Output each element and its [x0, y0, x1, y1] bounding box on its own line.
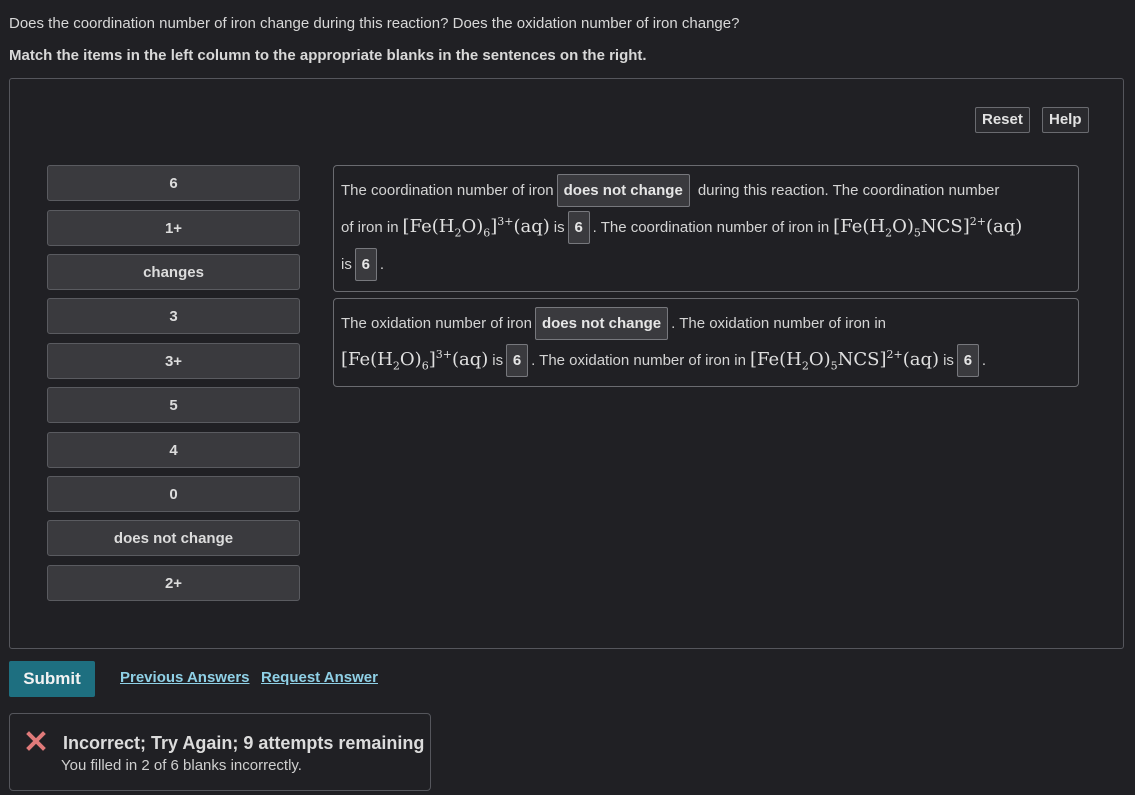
- sentence-text: . The coordination number of iron in: [592, 219, 830, 236]
- formula-hexaaqua-iron: [Fe(H2O)6]3+(aq): [341, 348, 489, 373]
- draggable-item[interactable]: 4: [47, 432, 300, 468]
- sentence-text: The oxidation number of iron: [341, 315, 532, 332]
- draggable-item[interactable]: 1+: [47, 210, 300, 246]
- sentence-text: is: [553, 219, 565, 236]
- answer-blank[interactable]: 6: [354, 248, 377, 281]
- draggable-item[interactable]: changes: [47, 254, 300, 290]
- sentence-text: is: [943, 352, 954, 369]
- matching-workspace: Reset Help 6 1+ changes 3 3+ 5 4 0 does …: [9, 78, 1124, 649]
- sentence-text: The coordination number of iron: [341, 182, 554, 199]
- instruction-text: Match the items in the left column to th…: [9, 47, 647, 64]
- sentence-text: is: [492, 352, 504, 369]
- sentence-text: . The oxidation number of iron in: [531, 352, 746, 369]
- sentence-coordination: The coordination number of iron does not…: [333, 165, 1079, 292]
- answer-blank[interactable]: 6: [506, 344, 529, 377]
- feedback-title: Incorrect; Try Again; 9 attempts remaini…: [63, 733, 425, 753]
- sentence-text: during this reaction. The coordination n…: [697, 182, 1000, 199]
- sentence-text: is: [341, 256, 352, 273]
- sentence-text: of iron in: [341, 219, 399, 236]
- submit-button[interactable]: Submit: [9, 661, 95, 697]
- draggable-item[interactable]: 6: [47, 165, 300, 201]
- request-answer-link[interactable]: Request Answer: [261, 669, 378, 686]
- sentence-oxidation: The oxidation number of iron does not ch…: [333, 298, 1079, 387]
- answer-blank[interactable]: 6: [956, 344, 979, 377]
- answer-blank[interactable]: 6: [567, 211, 590, 244]
- draggable-item[interactable]: does not change: [47, 520, 300, 556]
- formula-thiocyanato-iron: [Fe(H2O)5NCS]2+(aq): [833, 215, 1023, 240]
- help-button[interactable]: Help: [1042, 107, 1089, 133]
- question-text: Does the coordination number of iron cha…: [9, 15, 740, 32]
- sentence-text: .: [981, 352, 987, 369]
- answer-blank[interactable]: does not change: [556, 174, 690, 207]
- draggable-item[interactable]: 0: [47, 476, 300, 512]
- draggable-item[interactable]: 3: [47, 298, 300, 334]
- draggable-item[interactable]: 2+: [47, 565, 300, 601]
- sentence-text: .: [379, 256, 385, 273]
- formula-hexaaqua-iron: [Fe(H2O)6]3+(aq): [402, 215, 550, 240]
- feedback-panel: Incorrect; Try Again; 9 attempts remaini…: [9, 713, 431, 791]
- answer-blank[interactable]: does not change: [534, 307, 669, 340]
- previous-answers-link[interactable]: Previous Answers: [120, 669, 250, 686]
- sentence-text: . The oxidation number of iron in: [671, 315, 886, 332]
- draggable-item[interactable]: 5: [47, 387, 300, 423]
- feedback-detail: You filled in 2 of 6 blanks incorrectly.: [61, 757, 302, 774]
- reset-button[interactable]: Reset: [975, 107, 1030, 133]
- close-icon: [26, 731, 46, 751]
- formula-thiocyanato-iron: [Fe(H2O)5NCS]2+(aq): [749, 348, 940, 373]
- draggable-item[interactable]: 3+: [47, 343, 300, 379]
